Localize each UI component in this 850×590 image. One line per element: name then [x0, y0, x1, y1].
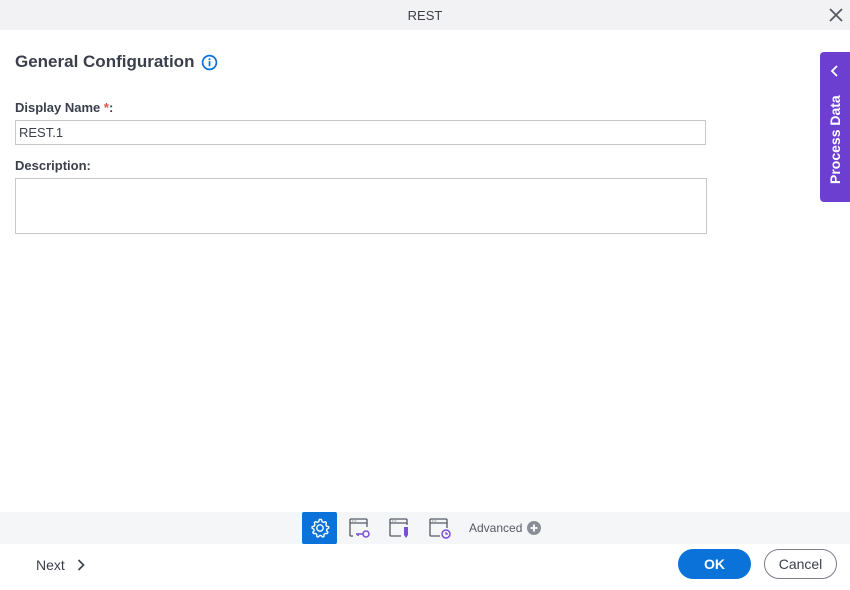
chevron-right-icon: [77, 559, 85, 571]
advanced-label: Advanced: [469, 521, 523, 535]
window-pen-icon: [388, 518, 408, 538]
toolbar-general-configuration[interactable]: [302, 512, 337, 544]
toolbar-authentication[interactable]: [342, 512, 377, 544]
description-textarea[interactable]: [15, 178, 707, 234]
plus-circle-icon: [527, 521, 542, 535]
label-colon: :: [108, 100, 114, 115]
toolbar-request[interactable]: [382, 512, 417, 544]
close-icon[interactable]: [828, 7, 844, 23]
bottom-toolbar: Advanced: [0, 512, 850, 544]
next-button[interactable]: Next: [36, 557, 85, 573]
dialog-title: REST: [407, 8, 443, 23]
dialog-footer: Next OK Cancel: [0, 544, 850, 590]
ok-button[interactable]: OK: [678, 549, 751, 579]
display-name-label: Display Name *:: [15, 100, 113, 115]
advanced-button[interactable]: Advanced: [469, 521, 542, 535]
window-clock-icon: [428, 518, 451, 539]
next-label: Next: [36, 557, 65, 573]
dialog-titlebar: REST: [0, 0, 850, 30]
cancel-button[interactable]: Cancel: [764, 549, 837, 579]
toolbar-response[interactable]: [422, 512, 457, 544]
section-title: General Configuration: [15, 52, 195, 71]
display-name-input[interactable]: [15, 120, 706, 145]
window-key-icon: [348, 518, 370, 538]
info-icon[interactable]: [201, 54, 218, 71]
display-name-label-text: Display Name: [15, 100, 101, 115]
gear-icon: [310, 518, 329, 538]
chevron-left-icon: [830, 65, 838, 77]
description-label: Description:: [15, 158, 91, 173]
process-data-tab[interactable]: Process Data: [820, 52, 850, 202]
process-data-label: Process Data: [827, 95, 843, 184]
